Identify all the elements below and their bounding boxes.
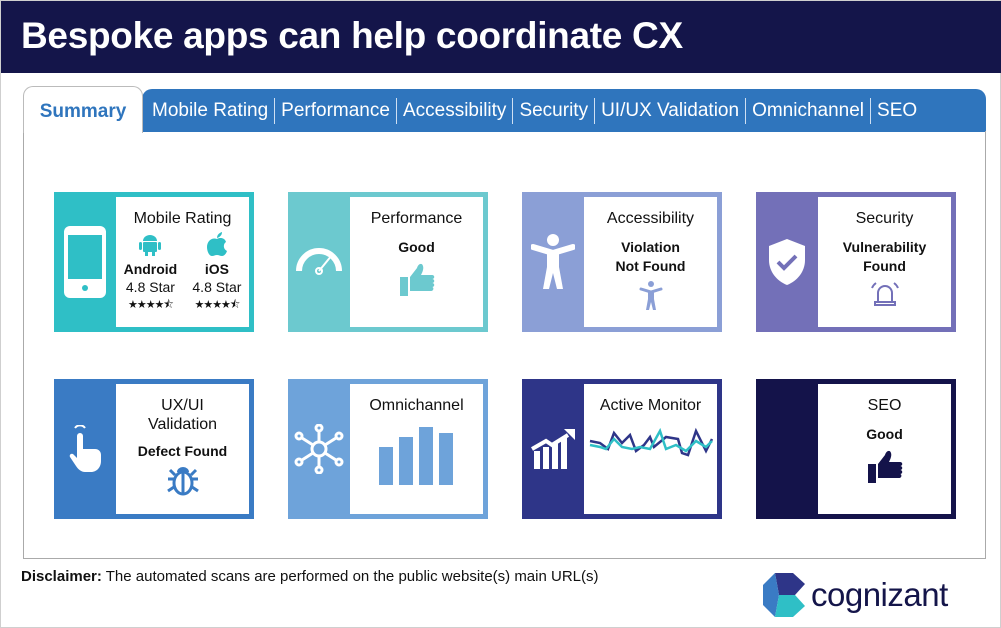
card-mobile-rating[interactable]: Mobile Rating Android 4.8 Star ★★★★⯪ iOS… [54, 192, 254, 332]
tab-mobile-rating[interactable]: Mobile Rating [146, 97, 276, 124]
card-title: Performance [370, 210, 463, 227]
security-status-line2: Found [863, 258, 906, 274]
page-title: Bespoke apps can help coordinate CX [21, 15, 683, 56]
card-seo[interactable]: SEO Good [756, 379, 956, 519]
cognizant-logo: cognizant [763, 573, 948, 617]
shield-check-icon [756, 192, 818, 332]
tab-seo[interactable]: SEO [871, 98, 923, 124]
speedometer-icon [288, 192, 350, 332]
alarm-bell-icon [870, 282, 899, 306]
card-active-monitor[interactable]: Active Monitor [522, 379, 722, 519]
tab-accessibility[interactable]: Accessibility [397, 97, 514, 124]
card-security[interactable]: Security Vulnerability Found [756, 192, 956, 332]
tab-bar: Mobile Rating Performance Accessibility … [142, 89, 986, 132]
monitor-line-chart-icon [589, 427, 713, 457]
card-title: Accessibility [606, 210, 695, 227]
thumbs-up-icon [399, 263, 434, 296]
network-icon [288, 379, 350, 519]
tab-security[interactable]: Security [513, 97, 596, 124]
card-performance[interactable]: Performance Good [288, 192, 488, 332]
security-status-line1: Vulnerability [842, 239, 927, 255]
card-title: Mobile Rating [133, 210, 232, 227]
tab-uiux-validation[interactable]: UI/UX Validation [595, 97, 747, 124]
card-accessibility[interactable]: Accessibility Violation Not Found [522, 192, 722, 332]
touch-icon [54, 379, 116, 519]
logo-text: cognizant [811, 576, 948, 613]
ios-stars: ★★★★⯪ [194, 299, 240, 311]
card-title-line2: Validation [147, 416, 218, 433]
android-icon [139, 235, 162, 256]
card-uxui-validation[interactable]: UX/UI Validation Defect Found [54, 379, 254, 519]
android-label: Android [123, 261, 178, 277]
ios-label: iOS [204, 261, 229, 277]
seo-status: Good [866, 426, 903, 442]
header-bar: Bespoke apps can help coordinate CX [1, 1, 1001, 73]
disclaimer-label: Disclaimer: [21, 568, 102, 585]
android-stars: ★★★★⯪ [127, 299, 174, 311]
accessibility-status-line1: Violation [621, 239, 680, 255]
thumbs-up-icon [867, 450, 902, 483]
performance-status: Good [398, 239, 435, 255]
android-rating: 4.8 Star [125, 279, 175, 295]
tab-summary[interactable]: Summary [23, 86, 143, 133]
phone-icon [54, 192, 116, 332]
apple-icon [206, 232, 227, 256]
accessibility-status-line2: Not Found [615, 258, 686, 274]
uxui-status: Defect Found [137, 443, 228, 459]
disclaimer: Disclaimer: The automated scans are perf… [21, 568, 599, 585]
card-title: Security [855, 210, 914, 227]
card-title: Omnichannel [369, 397, 464, 414]
ios-rating: 4.8 Star [192, 279, 242, 295]
disclaimer-text: The automated scans are performed on the… [101, 568, 599, 585]
card-title-line1: UX/UI [161, 397, 204, 414]
person-icon [639, 281, 662, 310]
accessibility-icon [522, 192, 584, 332]
cognizant-logo-mark [763, 573, 805, 617]
bug-icon [166, 467, 199, 496]
tab-performance[interactable]: Performance [275, 97, 397, 124]
growth-chart-icon [522, 379, 584, 519]
card-title: SEO [867, 397, 902, 414]
card-omnichannel[interactable]: Omnichannel [288, 379, 488, 519]
tab-omnichannel[interactable]: Omnichannel [746, 97, 872, 124]
card-title: Active Monitor [599, 397, 702, 414]
bar-chart-icon [378, 427, 453, 485]
